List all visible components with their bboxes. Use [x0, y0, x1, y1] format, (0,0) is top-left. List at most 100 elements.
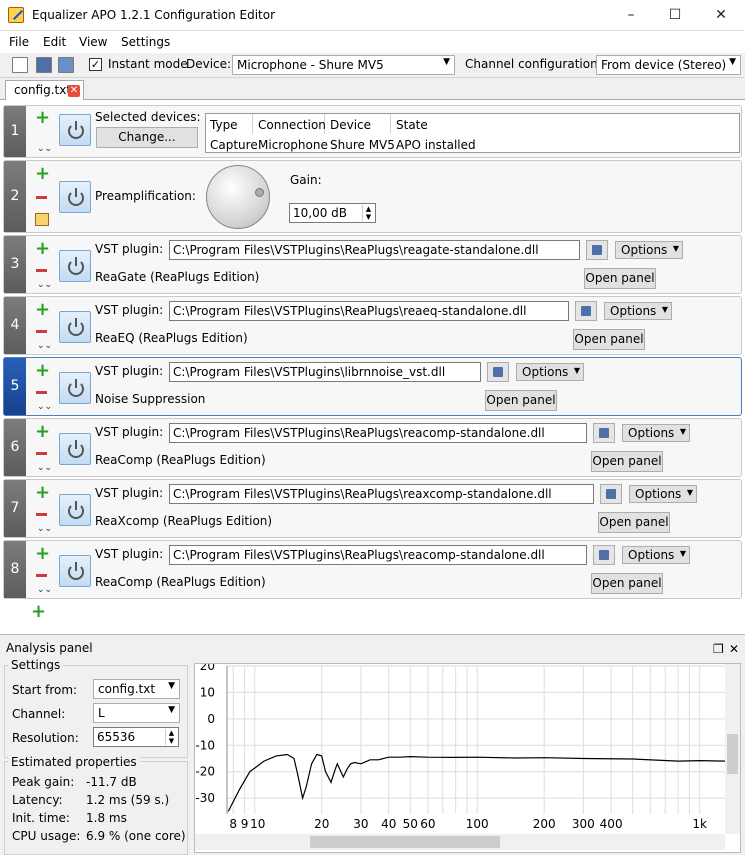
vst-plugin-label: VST plugin: — [95, 242, 164, 256]
remove-filter-icon[interactable] — [36, 452, 47, 455]
gain-knob[interactable] — [206, 165, 270, 229]
vst-options-button[interactable]: Options ▼ — [516, 363, 584, 381]
vst-path-input[interactable]: C:\Program Files\VSTPlugins\ReaPlugs\rea… — [169, 545, 587, 565]
x-tick-label: 200 — [533, 817, 556, 831]
remove-filter-icon[interactable] — [36, 330, 47, 333]
browse-file-icon[interactable] — [600, 484, 622, 504]
power-icon[interactable] — [59, 494, 91, 526]
add-filter-icon[interactable]: + — [35, 423, 50, 441]
menu-edit[interactable]: Edit — [43, 35, 66, 49]
browse-file-icon[interactable] — [586, 240, 608, 260]
add-filter-icon[interactable]: + — [35, 240, 50, 258]
vst-plugin-name: ReaEQ (ReaPlugs Edition) — [95, 331, 248, 345]
vst-options-label: Options — [522, 365, 569, 379]
save-file-icon[interactable] — [58, 57, 74, 73]
power-icon[interactable] — [59, 555, 91, 587]
tab-config[interactable]: config.txt ✕ — [5, 80, 84, 101]
device-table-header: Connection — [258, 118, 326, 132]
menu-settings[interactable]: Settings — [121, 35, 170, 49]
vst-options-button[interactable]: Options ▼ — [604, 302, 672, 320]
channel-config-select[interactable]: From device (Stereo) ▼ — [596, 55, 741, 75]
x-tick-label: 40 — [381, 817, 396, 831]
menu-view[interactable]: View — [79, 35, 107, 49]
add-filter-icon[interactable]: + — [31, 603, 46, 621]
add-filter-icon[interactable]: + — [35, 165, 50, 183]
vst-path-input[interactable]: C:\Program Files\VSTPlugins\ReaPlugs\rea… — [169, 301, 569, 321]
expand-chevron-icon[interactable]: ⌄⌄ — [37, 341, 52, 351]
close-icon[interactable]: ✕ — [68, 85, 80, 97]
add-filter-icon[interactable]: + — [35, 484, 50, 502]
expand-chevron-icon[interactable]: ⌄⌄ — [37, 402, 52, 412]
power-icon[interactable] — [59, 181, 91, 213]
spin-arrows-icon[interactable]: ▲ ▼ — [362, 205, 374, 221]
open-panel-button[interactable]: Open panel — [584, 268, 656, 289]
expand-chevron-icon[interactable]: ⌄⌄ — [37, 585, 52, 595]
vst-path-input[interactable]: C:\Program Files\VSTPlugins\ReaPlugs\rea… — [169, 240, 580, 260]
power-icon[interactable] — [59, 250, 91, 282]
vst-plugin-name: ReaXcomp (ReaPlugs Edition) — [95, 514, 273, 528]
minimize-button[interactable]: – — [620, 4, 642, 26]
browse-file-icon[interactable] — [575, 301, 597, 321]
resolution-spinbox[interactable]: 65536 ▲ ▼ — [93, 727, 179, 747]
init-time-label: Init. time: — [12, 811, 70, 825]
expand-chevron-icon[interactable]: ⌄⌄ — [37, 144, 52, 154]
power-icon[interactable] — [59, 114, 91, 146]
browse-file-icon[interactable] — [593, 423, 615, 443]
vst-plugin-name: ReaComp (ReaPlugs Edition) — [95, 575, 266, 589]
vst-options-button[interactable]: Options ▼ — [622, 546, 690, 564]
new-file-icon[interactable] — [12, 57, 28, 73]
open-panel-button[interactable]: Open panel — [598, 512, 670, 533]
remove-filter-icon[interactable] — [36, 513, 47, 516]
maximize-button[interactable]: ☐ — [664, 4, 686, 26]
power-icon[interactable] — [59, 372, 91, 404]
browse-file-icon[interactable] — [487, 362, 509, 382]
remove-filter-icon[interactable] — [36, 391, 47, 394]
open-panel-button[interactable]: Open panel — [485, 390, 557, 411]
close-icon[interactable]: ✕ — [729, 642, 739, 656]
spin-arrows-icon[interactable]: ▲ ▼ — [165, 729, 177, 745]
power-icon[interactable] — [59, 433, 91, 465]
add-filter-icon[interactable]: + — [35, 545, 50, 563]
change-devices-button[interactable]: Change... — [96, 127, 198, 148]
frequency-response-plot[interactable]: 20 10 0 -10 -20 -30 8 9 10 20 30 40 50 60 100 200 300 400… — [194, 659, 741, 853]
open-panel-button[interactable]: Open panel — [591, 451, 663, 472]
add-filter-icon[interactable]: + — [35, 301, 50, 319]
remove-filter-icon[interactable] — [36, 196, 47, 199]
vst-options-button[interactable]: Options ▼ — [615, 241, 683, 259]
menu-file[interactable]: File — [9, 35, 29, 49]
filter-row-vst: 4 + ⌄⌄ VST plugin: C:\Program Files\VSTPlugi… — [3, 296, 742, 355]
x-tick-label: 30 — [353, 817, 368, 831]
vst-options-button[interactable]: Options ▼ — [622, 424, 690, 442]
expand-chevron-icon[interactable]: ⌄⌄ — [37, 524, 52, 534]
close-button[interactable]: ✕ — [710, 4, 732, 26]
latency-value: 1.2 ms (59 s.) — [86, 793, 170, 807]
gain-spinbox[interactable]: 10,00 dB ▲ ▼ — [289, 203, 376, 223]
channel-select[interactable]: L ▼ — [93, 703, 180, 723]
init-time-value: 1.8 ms — [86, 811, 127, 825]
device-select[interactable]: Microphone - Shure MV5 ▼ — [232, 55, 455, 75]
latency-label: Latency: — [12, 793, 63, 807]
instant-mode-checkbox[interactable]: ✓ — [89, 58, 102, 71]
device-table-cell: Capture — [210, 138, 258, 152]
open-panel-button[interactable]: Open panel — [591, 573, 663, 594]
power-icon[interactable] — [59, 311, 91, 343]
browse-file-icon[interactable] — [593, 545, 615, 565]
menu-bar: File Edit View Settings — [0, 31, 745, 53]
vst-path-input[interactable]: C:\Program Files\VSTPlugins\ReaPlugs\rea… — [169, 423, 587, 443]
add-filter-icon[interactable]: + — [35, 362, 50, 380]
vst-path-input[interactable]: C:\Program Files\VSTPlugins\librnnoise_v… — [169, 362, 481, 382]
remove-filter-icon[interactable] — [36, 574, 47, 577]
float-icon[interactable]: ❐ — [713, 642, 724, 656]
expand-chevron-icon[interactable]: ⌄⌄ — [37, 463, 52, 473]
vst-options-button[interactable]: Options ▼ — [629, 485, 697, 503]
edit-icon[interactable] — [35, 213, 49, 226]
open-panel-button[interactable]: Open panel — [573, 329, 645, 350]
vst-path-input[interactable]: C:\Program Files\VSTPlugins\ReaPlugs\rea… — [169, 484, 594, 504]
add-filter-icon[interactable]: + — [35, 109, 50, 127]
device-select-value: Microphone - Shure MV5 — [237, 58, 384, 72]
start-from-value: config.txt — [98, 682, 156, 696]
start-from-select[interactable]: config.txt ▼ — [93, 679, 180, 699]
expand-chevron-icon[interactable]: ⌄⌄ — [37, 280, 52, 290]
remove-filter-icon[interactable] — [36, 269, 47, 272]
open-file-icon[interactable] — [36, 57, 52, 73]
